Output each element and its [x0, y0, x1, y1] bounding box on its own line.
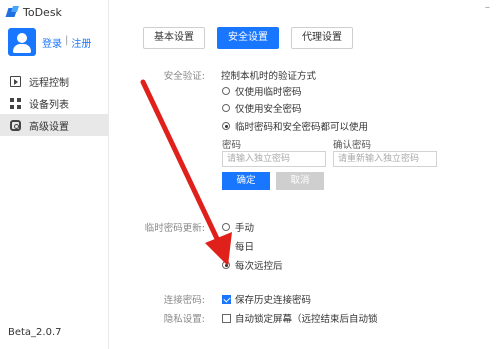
login-link[interactable]: 登录 — [42, 35, 62, 50]
radio-circle — [222, 223, 230, 231]
save-history-password-checkbox[interactable]: 保存历史连接密码 — [222, 292, 311, 306]
cancel-button[interactable]: 取消 — [276, 172, 324, 190]
device-grid-icon — [10, 97, 21, 109]
verification-method-heading: 控制本机时的验证方式 — [221, 71, 317, 82]
radio-circle — [222, 87, 230, 95]
sidebar-item-label: 设备列表 — [29, 99, 69, 111]
sidebar-nav: 远程控制 设备列表 高级设置 — [0, 70, 108, 136]
privacy-settings-label: 隐私设置: — [163, 314, 205, 325]
radio-circle — [222, 122, 230, 130]
avatar[interactable] — [8, 28, 36, 56]
confirm-password-label: 确认密码 — [333, 140, 372, 151]
radio-update-daily[interactable]: 每日 — [222, 239, 254, 253]
remote-control-icon — [10, 75, 21, 87]
radio-label: 仅使用临时密码 — [235, 87, 302, 98]
radio-update-after-each-session[interactable]: 每次远控后 — [222, 258, 283, 272]
user-panel: 登录 | 注册 — [8, 28, 91, 56]
sidebar-item-advanced-settings[interactable]: 高级设置 — [0, 114, 108, 136]
checkbox-label: 保存历史连接密码 — [235, 295, 312, 306]
confirm-button[interactable]: 确定 — [222, 172, 270, 190]
radio-temp-password-only[interactable]: 仅使用临时密码 — [222, 84, 302, 98]
connection-password-label: 连接密码: — [163, 295, 205, 306]
password-input[interactable]: 请输入独立密码 — [222, 151, 326, 167]
tab-basic-settings[interactable]: 基本设置 — [143, 27, 205, 49]
tab-security-settings[interactable]: 安全设置 — [217, 27, 279, 49]
minimize-button[interactable]: – — [485, 2, 490, 13]
sidebar-item-label: 远程控制 — [29, 77, 69, 89]
checkbox-box — [222, 313, 231, 323]
radio-circle — [222, 261, 230, 269]
tab-proxy-settings[interactable]: 代理设置 — [291, 27, 353, 49]
checkbox-box — [222, 294, 231, 304]
settings-gear-icon — [10, 119, 21, 131]
link-separator: | — [65, 34, 69, 46]
sidebar: ToDesk 登录 | 注册 远程控制 设备列表 高级设置 Beta_2.0.7 — [0, 0, 109, 349]
user-links: 登录 | 注册 — [42, 35, 91, 50]
sidebar-item-remote-control[interactable]: 远程控制 — [0, 70, 108, 92]
register-link[interactable]: 注册 — [71, 35, 91, 50]
radio-circle — [222, 104, 230, 112]
radio-security-password-only[interactable]: 仅使用安全密码 — [222, 101, 302, 115]
sidebar-item-device-list[interactable]: 设备列表 — [0, 92, 108, 114]
sidebar-item-label: 高级设置 — [29, 121, 69, 133]
radio-label: 手动 — [235, 223, 255, 234]
radio-label: 仅使用安全密码 — [235, 104, 302, 115]
security-verification-label: 安全验证: — [163, 71, 205, 82]
temp-password-update-label: 临时密码更新: — [144, 223, 205, 234]
radio-both-passwords[interactable]: 临时密码和安全密码都可以使用 — [222, 119, 368, 133]
radio-circle — [222, 242, 230, 250]
version-label: Beta_2.0.7 — [8, 327, 62, 338]
auto-lock-screen-checkbox[interactable]: 自动锁定屏幕（远控结束后自动锁 — [222, 311, 378, 325]
todesk-logo-icon — [7, 6, 19, 18]
confirm-password-input[interactable]: 请重新输入独立密码 — [333, 151, 437, 167]
radio-label: 每日 — [235, 242, 255, 253]
app-title: ToDesk — [23, 5, 62, 19]
radio-label: 临时密码和安全密码都可以使用 — [235, 122, 369, 133]
password-label: 密码 — [222, 140, 242, 151]
settings-tabs: 基本设置 安全设置 代理设置 — [143, 27, 353, 49]
radio-label: 每次远控后 — [235, 261, 283, 272]
radio-update-manual[interactable]: 手动 — [222, 220, 254, 234]
checkbox-label: 自动锁定屏幕（远控结束后自动锁 — [235, 314, 378, 325]
app-brand: ToDesk — [7, 5, 62, 19]
